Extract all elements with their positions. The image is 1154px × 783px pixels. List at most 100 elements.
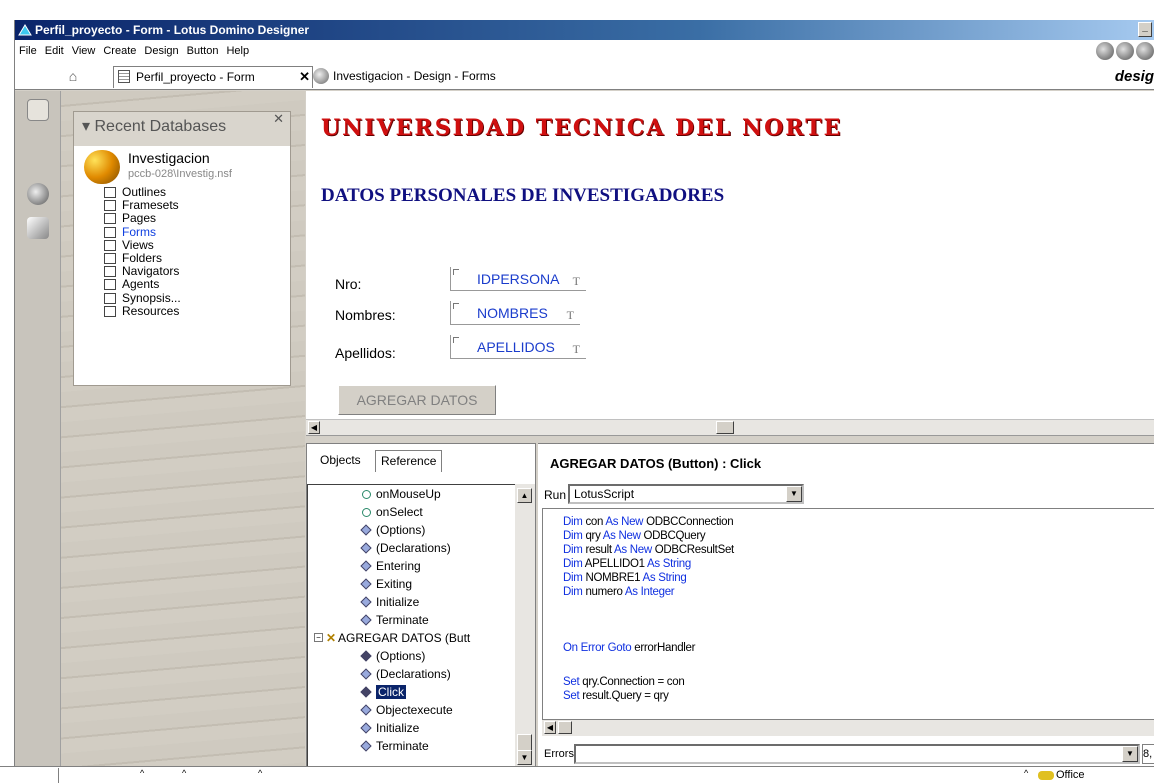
tab-perfil-proyecto[interactable]: Perfil_proyecto - Form ✕ bbox=[113, 66, 313, 88]
menu-file[interactable]: File bbox=[15, 40, 41, 62]
tree-item[interactable]: Initialize bbox=[360, 593, 419, 611]
errors-label: Errors bbox=[544, 748, 574, 760]
recent-databases-header[interactable]: ▾ Recent Databases ✕ bbox=[74, 111, 290, 146]
scroll-up-icon[interactable]: ▲ bbox=[517, 488, 532, 503]
nav-item-label: Synopsis... bbox=[122, 290, 181, 305]
status-up-icon[interactable]: ^ bbox=[258, 768, 262, 778]
agregar-datos-button[interactable]: AGREGAR DATOS bbox=[338, 385, 496, 415]
menu-create[interactable]: Create bbox=[99, 40, 140, 62]
scroll-left-icon[interactable]: ◀ bbox=[308, 421, 320, 434]
close-tab-icon[interactable]: ✕ bbox=[299, 67, 310, 87]
objects-vertical-scrollbar[interactable]: ▲ ▼ bbox=[515, 484, 535, 766]
close-icon[interactable]: ✕ bbox=[273, 104, 284, 134]
tree-item[interactable]: Entering bbox=[360, 557, 421, 575]
tree-item-label: (Options) bbox=[376, 523, 426, 537]
tree-item-label: Entering bbox=[376, 559, 421, 573]
event-circle-icon bbox=[362, 490, 371, 499]
menu-design[interactable]: Design bbox=[140, 40, 182, 62]
minimize-button[interactable]: _ bbox=[1138, 22, 1152, 37]
status-up-icon[interactable]: ^ bbox=[140, 768, 144, 778]
tree-item[interactable]: Exiting bbox=[360, 575, 412, 593]
globe-icon[interactable] bbox=[1116, 42, 1134, 60]
menu-edit[interactable]: Edit bbox=[41, 40, 68, 62]
menu-view[interactable]: View bbox=[68, 40, 100, 62]
field-name: APELLIDOS bbox=[477, 339, 555, 355]
collapse-minus-icon[interactable]: − bbox=[314, 633, 323, 642]
key-icon bbox=[1038, 771, 1054, 780]
tree-item-label: (Declarations) bbox=[376, 667, 451, 681]
tree-item-label: Terminate bbox=[376, 739, 429, 753]
nav-item-label: Forms bbox=[122, 224, 156, 239]
folder-icon bbox=[104, 252, 116, 264]
screen: Perfil_proyecto - Form - Lotus Domino De… bbox=[0, 0, 1154, 783]
errors-select[interactable]: ▼ bbox=[574, 744, 1140, 764]
tree-item-label: Initialize bbox=[376, 595, 420, 609]
database-name[interactable]: Investigacion bbox=[128, 150, 210, 166]
editor-horizontal-scrollbar[interactable]: ◀ bbox=[542, 720, 1154, 736]
nav-item-resources[interactable]: Resources bbox=[104, 304, 181, 318]
status-up-icon[interactable]: ^ bbox=[1024, 768, 1028, 778]
tree-item[interactable]: (Declarations) bbox=[360, 665, 451, 683]
form-horizontal-scrollbar[interactable]: ◀ bbox=[306, 419, 1154, 435]
bookmark-icon[interactable] bbox=[27, 99, 49, 121]
globe-icon[interactable] bbox=[27, 183, 49, 205]
location-office[interactable]: Office bbox=[1034, 768, 1122, 783]
scroll-thumb[interactable] bbox=[558, 721, 572, 734]
text-type-icon: T bbox=[566, 308, 574, 322]
tree-item[interactable]: Terminate bbox=[360, 737, 429, 755]
info-icon[interactable] bbox=[1096, 42, 1114, 60]
code-line: Set qry.Connection = con bbox=[563, 676, 685, 688]
page-icon bbox=[104, 213, 116, 225]
designer-icon[interactable] bbox=[27, 217, 49, 239]
tree-item[interactable]: (Options) bbox=[360, 647, 425, 665]
script-editor[interactable]: Dim con As New ODBCConnection Dim qry As… bbox=[542, 508, 1154, 720]
menu-help[interactable]: Help bbox=[222, 40, 253, 62]
script-diamond-icon bbox=[360, 578, 372, 590]
tab-reference[interactable]: Reference bbox=[375, 450, 443, 472]
language-select[interactable]: LotusScript ▼ bbox=[568, 484, 804, 504]
tab-label: Investigacion - Design - Forms bbox=[333, 69, 496, 83]
globe2-icon[interactable] bbox=[1136, 42, 1154, 60]
nombres-field[interactable]: NOMBRES T bbox=[450, 301, 580, 325]
language-value: LotusScript bbox=[574, 487, 635, 501]
scroll-left-icon[interactable]: ◀ bbox=[544, 721, 556, 734]
scroll-down-icon[interactable]: ▼ bbox=[517, 750, 532, 765]
nav-item-label: Pages bbox=[122, 211, 157, 226]
field-corner-icon bbox=[453, 303, 459, 309]
scroll-thumb[interactable] bbox=[716, 421, 734, 434]
apellidos-field[interactable]: APELLIDOS T bbox=[450, 335, 586, 359]
code-line: Dim result As New ODBCResultSet bbox=[563, 544, 734, 556]
expand-plus-icon bbox=[104, 305, 116, 317]
nro-label: Nro: bbox=[335, 276, 362, 292]
idpersona-field[interactable]: IDPERSONA T bbox=[450, 267, 586, 291]
menu-button[interactable]: Button bbox=[183, 40, 223, 62]
tree-item-selected[interactable]: Click bbox=[360, 683, 406, 701]
tree-item[interactable]: (Options) bbox=[360, 521, 425, 539]
nav-item-label: Agents bbox=[122, 277, 160, 292]
home-icon[interactable]: ⌂ bbox=[63, 66, 83, 86]
database-icon[interactable] bbox=[84, 150, 120, 184]
event-header: AGREGAR DATOS (Button) : Click bbox=[550, 456, 762, 471]
tab-investigacion-design[interactable]: Investigacion - Design - Forms bbox=[311, 66, 631, 88]
tree-item-label: Click bbox=[376, 685, 406, 699]
pane-splitter[interactable] bbox=[306, 435, 1154, 443]
script-diamond-icon bbox=[360, 542, 372, 554]
tree-item[interactable]: onSelect bbox=[360, 503, 423, 521]
tree-item[interactable]: (Declarations) bbox=[360, 539, 451, 557]
tree-item-button[interactable]: − ✕ AGREGAR DATOS (Butt bbox=[312, 629, 470, 647]
tree-item[interactable]: Objectexecute bbox=[360, 701, 453, 719]
tree-item[interactable]: Terminate bbox=[360, 611, 429, 629]
script-diamond-icon bbox=[360, 560, 372, 572]
tab-objects[interactable]: Objects bbox=[315, 450, 366, 472]
chevron-down-icon[interactable]: ▼ bbox=[786, 486, 802, 502]
agent-icon bbox=[104, 279, 116, 291]
tree-item[interactable]: onMouseUp bbox=[360, 485, 441, 503]
title-bar[interactable]: Perfil_proyecto - Form - Lotus Domino De… bbox=[15, 20, 1154, 40]
location-label: Office bbox=[1056, 769, 1085, 781]
chevron-down-icon[interactable]: ▼ bbox=[1122, 746, 1138, 762]
collapse-icon[interactable]: ▾ bbox=[82, 118, 94, 135]
status-up-icon[interactable]: ^ bbox=[182, 768, 186, 778]
tree-item[interactable]: Initialize bbox=[360, 719, 419, 737]
nav-item-label: Navigators bbox=[122, 264, 180, 279]
form-design-canvas[interactable]: UNIVERSIDAD TECNICA DEL NORTE DATOS PERS… bbox=[306, 91, 1154, 419]
